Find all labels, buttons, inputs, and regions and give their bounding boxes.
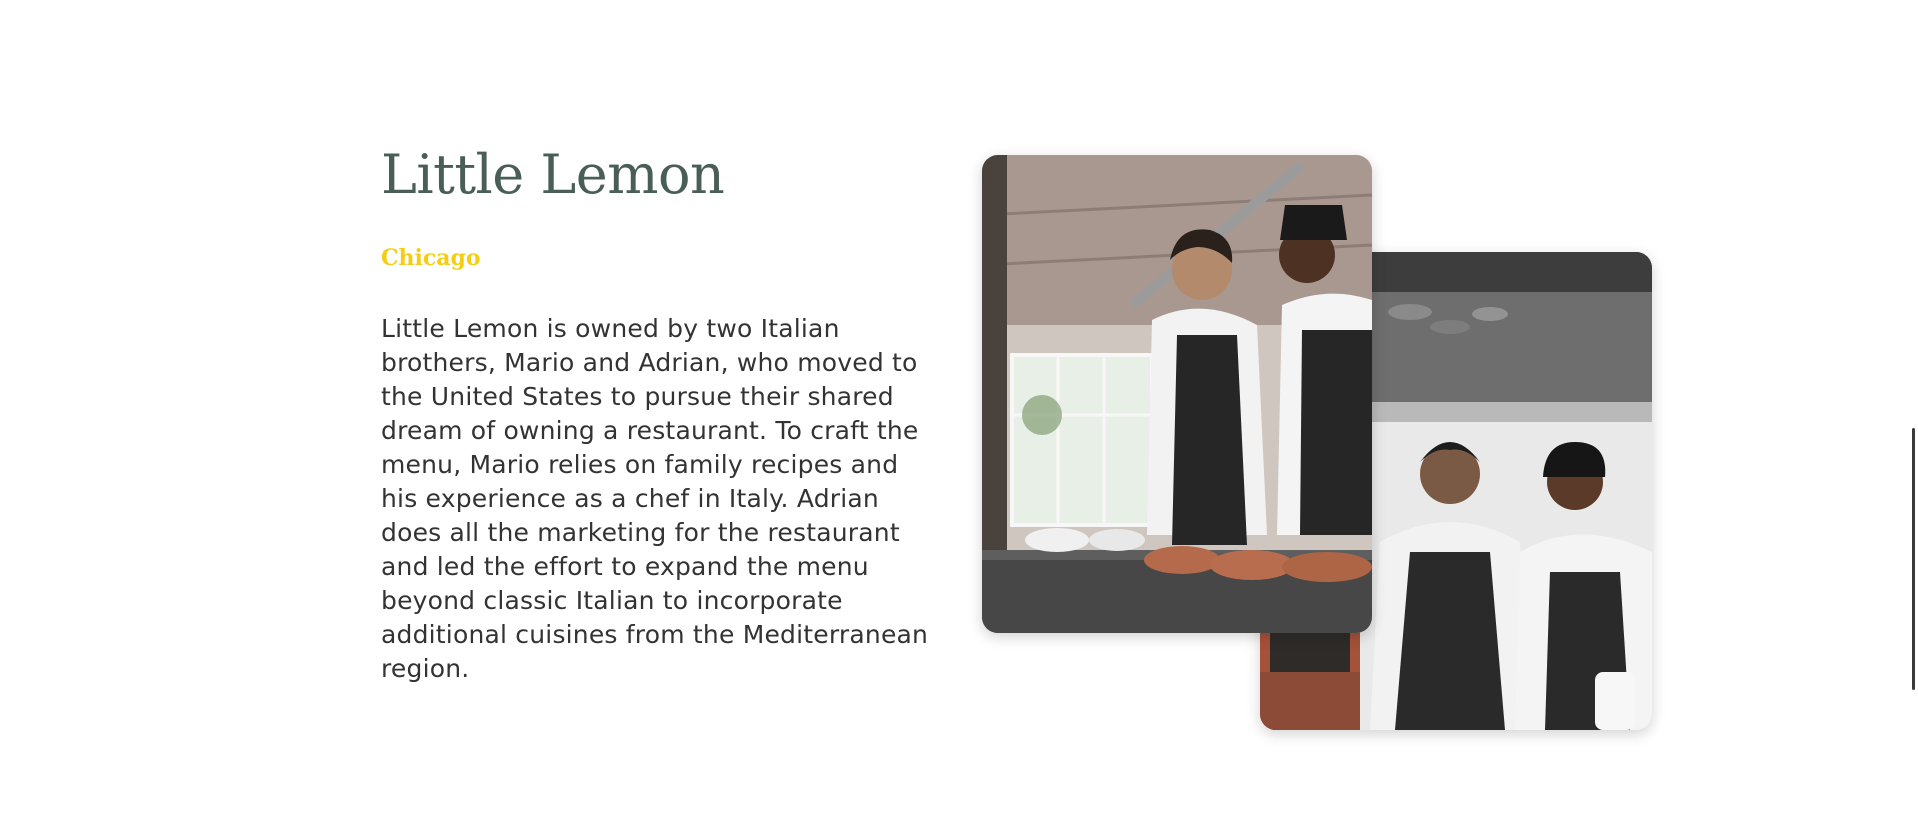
about-section: Little Lemon Chicago Little Lemon is own… bbox=[0, 0, 1918, 819]
about-description: Little Lemon is owned by two Italian bro… bbox=[381, 314, 929, 683]
page-title: Little Lemon bbox=[381, 143, 725, 206]
chefs-kitchen-photo bbox=[982, 155, 1372, 633]
vertical-scrollbar[interactable] bbox=[1912, 428, 1915, 690]
location-subtitle: Chicago bbox=[381, 245, 481, 271]
